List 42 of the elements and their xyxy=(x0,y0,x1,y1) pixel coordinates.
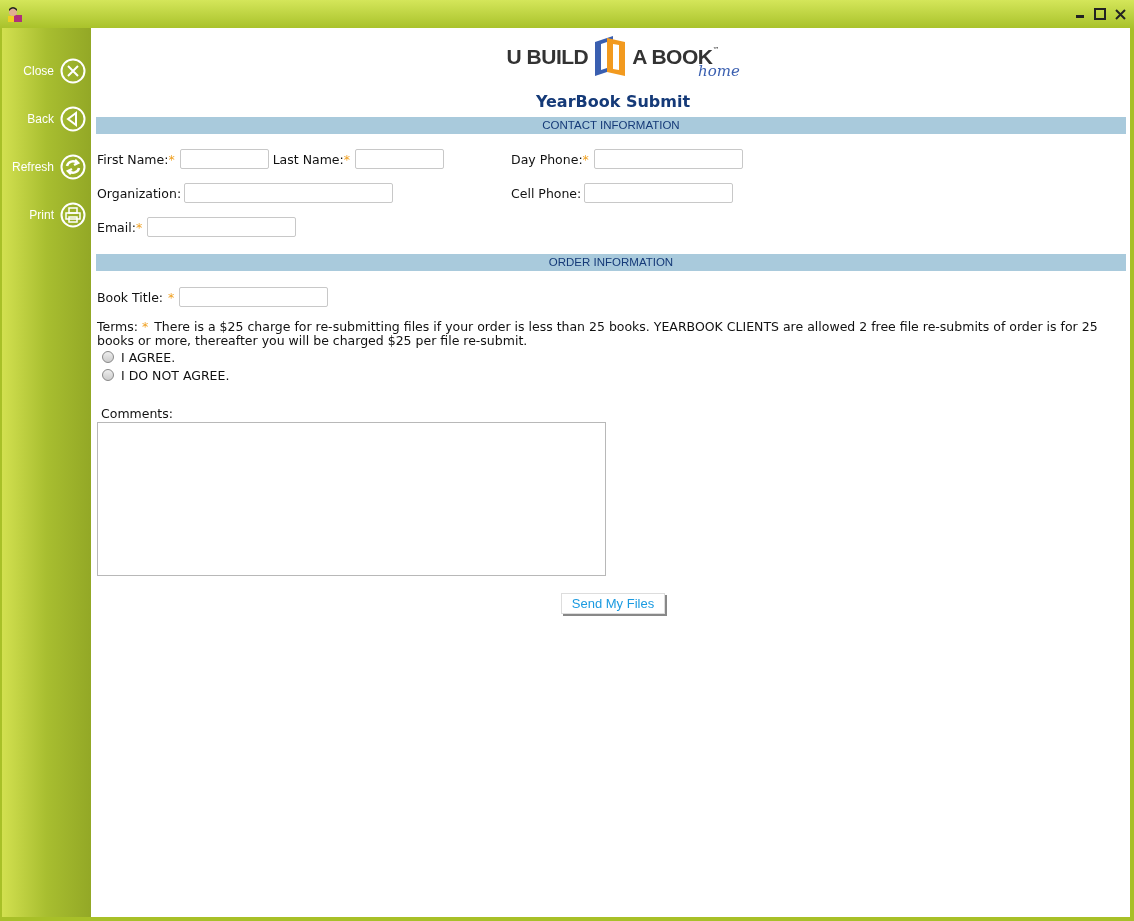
refresh-icon[interactable] xyxy=(60,154,86,180)
logo-text: U BUILD xyxy=(506,45,589,69)
print-icon[interactable] xyxy=(60,202,86,228)
field-label: Day Phone: xyxy=(511,151,583,167)
reader-person-icon xyxy=(6,5,23,23)
field-label: Last Name: xyxy=(272,151,344,167)
field-label: Organization: xyxy=(97,185,182,201)
input-field[interactable] xyxy=(179,149,269,169)
terms-text: Terms: * There is a $25 charge for re-submitting files if your order is less than 25 books. YEARBOOK CLIENTS are allowed 2 free file re-submits of order is for 25 books or more, thereafter you will be charged $25 per file re-submit. xyxy=(97,320,1099,348)
field-label: Book Title: xyxy=(97,289,164,305)
radio-label: I DO NOT AGREE. xyxy=(121,367,230,383)
radio-button[interactable] xyxy=(102,369,114,381)
required-mark: * xyxy=(135,219,143,235)
input-field[interactable] xyxy=(179,287,329,307)
maximize-icon[interactable] xyxy=(1094,8,1106,20)
field-label: Comments: xyxy=(101,406,174,421)
section-heading: CONTACT INFORMATION xyxy=(96,117,1126,134)
field-label: Cell Phone: xyxy=(511,185,582,201)
section-heading: ORDER INFORMATION xyxy=(96,254,1126,271)
radio-label: I AGREE. xyxy=(121,349,176,365)
input-field[interactable] xyxy=(584,183,734,203)
back-icon[interactable] xyxy=(60,106,86,132)
sidebar-link[interactable]: Print xyxy=(29,208,54,222)
input-field[interactable] xyxy=(147,217,297,237)
sidebar-link[interactable]: Refresh xyxy=(11,160,54,174)
sidebar-link[interactable]: Back xyxy=(27,112,54,126)
input-field[interactable] xyxy=(184,183,394,203)
close-icon[interactable] xyxy=(1115,8,1126,20)
radio-button[interactable] xyxy=(102,351,114,363)
open-book-logo-icon xyxy=(593,34,628,78)
required-mark: * xyxy=(168,151,175,167)
send-files-button[interactable]: Send My Files xyxy=(560,593,666,614)
field-label: First Name: xyxy=(97,151,169,167)
page-title: YearBook Submit xyxy=(534,92,692,111)
input-field[interactable] xyxy=(593,149,743,169)
field-label: Email: xyxy=(97,219,136,235)
required-mark: * xyxy=(343,151,350,167)
required-mark: * xyxy=(168,289,175,305)
required-mark: * xyxy=(582,151,589,167)
input-field[interactable] xyxy=(355,149,444,169)
comments-field[interactable] xyxy=(97,422,606,576)
sidebar-link[interactable]: Close xyxy=(23,64,54,78)
